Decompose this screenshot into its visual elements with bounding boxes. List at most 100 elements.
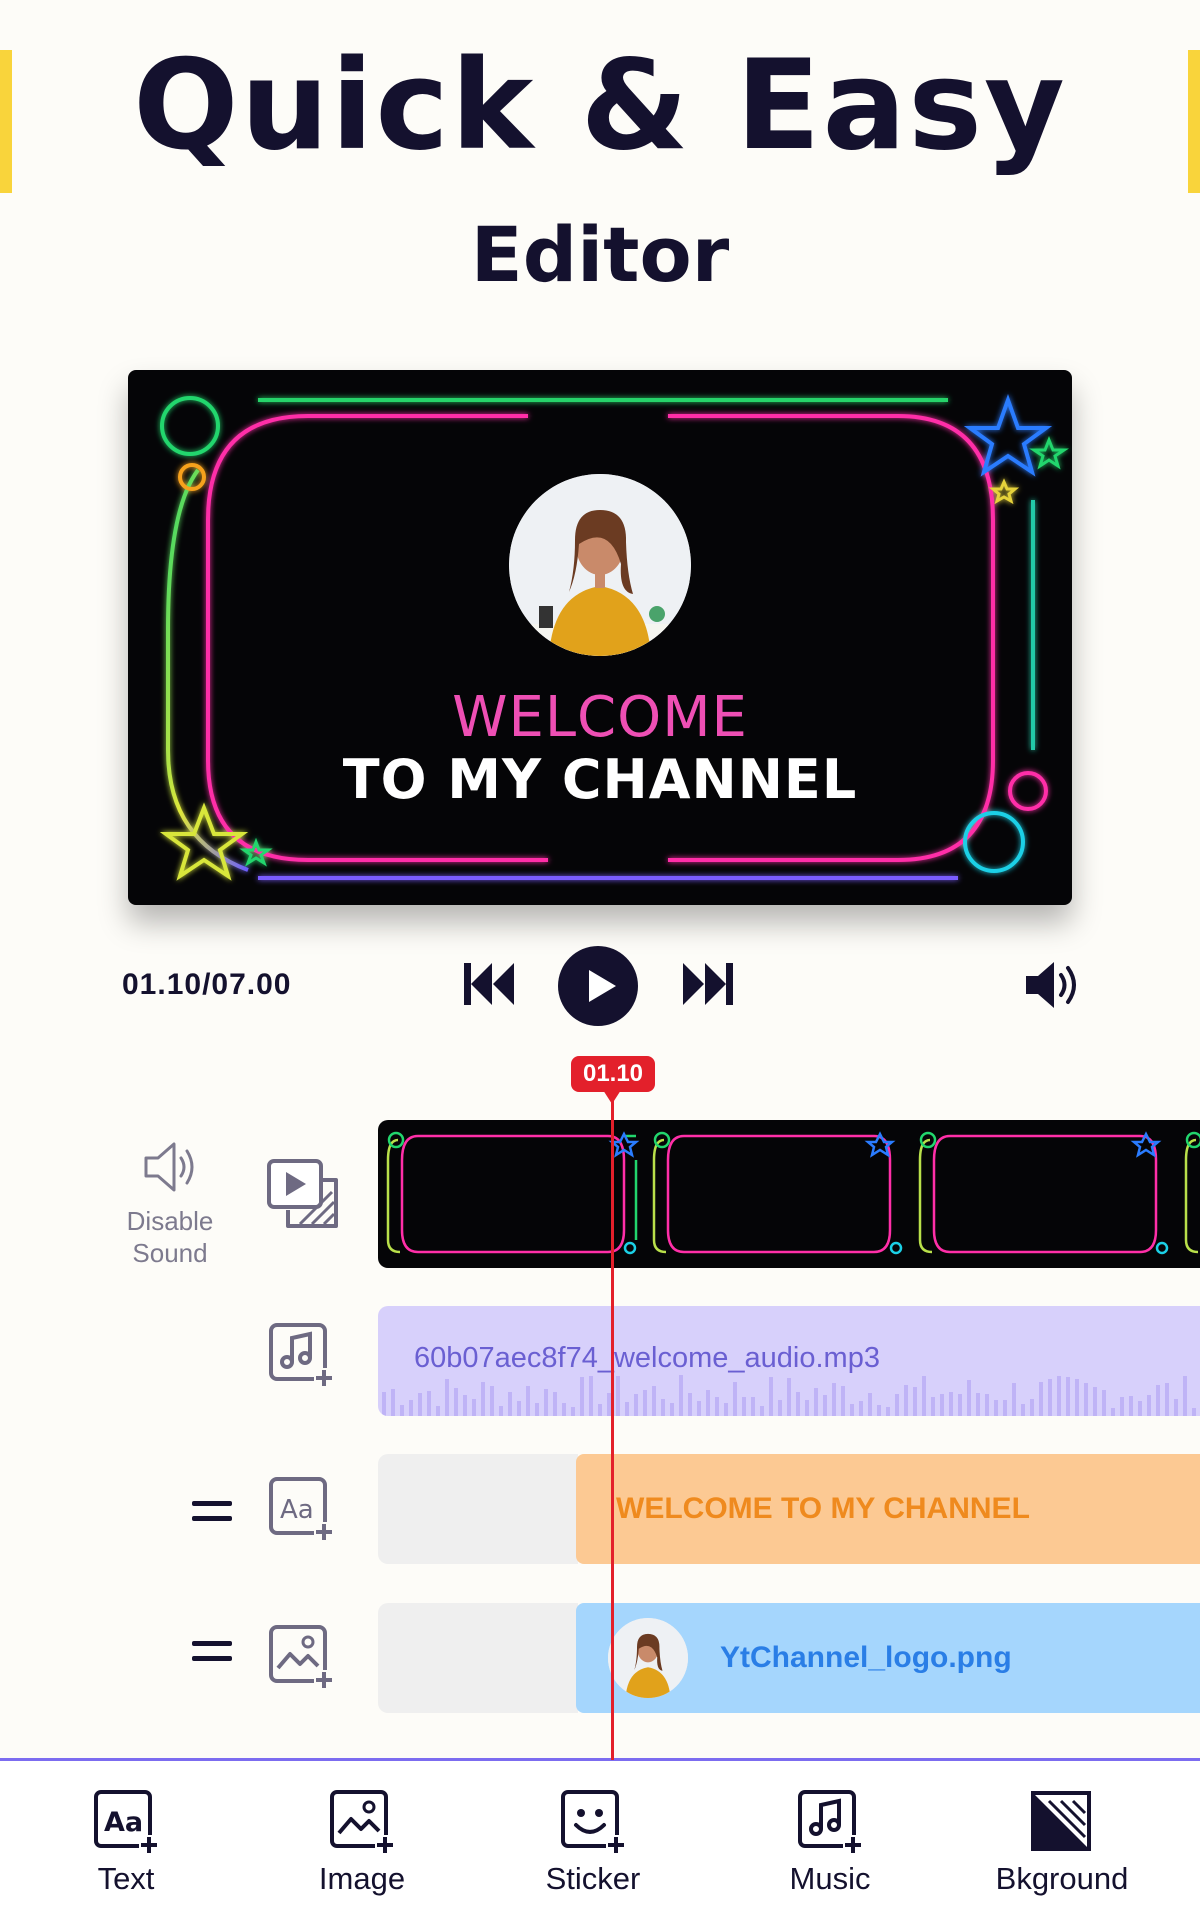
text-track-drag-handle[interactable] [192, 1501, 232, 1531]
video-track-button[interactable] [266, 1158, 340, 1235]
waveform-bar [742, 1397, 746, 1416]
waveform-bar [409, 1400, 413, 1416]
toolbar-background-label: Bkground [995, 1861, 1129, 1896]
image-track-drag-handle[interactable] [192, 1641, 232, 1671]
add-text-track-button[interactable]: Aa [268, 1476, 334, 1547]
text-add-icon: Aa [269, 1477, 334, 1542]
waveform-bar [787, 1378, 791, 1416]
waveform-bar [400, 1405, 404, 1416]
text-track-lane [378, 1454, 578, 1564]
waveform-bar [1066, 1377, 1070, 1416]
waveform-bar [625, 1402, 629, 1416]
video-preview[interactable]: WELCOME TO MY CHANNEL [128, 370, 1072, 905]
text-clip-label: WELCOME TO MY CHANNEL [616, 1492, 1030, 1525]
waveform-bar [1048, 1379, 1052, 1416]
toolbar-background-button[interactable]: Bkground [972, 1789, 1152, 1897]
waveform-bar [733, 1382, 737, 1416]
waveform-bar [418, 1393, 422, 1416]
text-track-clip[interactable]: WELCOME TO MY CHANNEL [576, 1454, 1200, 1564]
preview-channel-text: TO MY CHANNEL [342, 748, 858, 811]
waveform-bar [535, 1403, 539, 1416]
waveform-bar [760, 1406, 764, 1416]
volume-icon [1026, 962, 1076, 1008]
play-button[interactable] [558, 946, 638, 1026]
music-add-icon [269, 1323, 334, 1388]
waveform-bar [868, 1393, 872, 1416]
playhead-tip [603, 1090, 621, 1104]
waveform-bar [1138, 1401, 1142, 1416]
image-clip-thumbnail [608, 1618, 688, 1698]
page-title: Quick & Easy [133, 34, 1067, 178]
image-track-lane [378, 1603, 578, 1713]
waveform-bar [1093, 1387, 1097, 1416]
image-track-clip[interactable]: YtChannel_logo.png [576, 1603, 1200, 1713]
waveform-bar [706, 1390, 710, 1416]
waveform-bar [481, 1382, 485, 1416]
image-add-icon [330, 1790, 395, 1855]
video-track-strip[interactable] [378, 1120, 1200, 1268]
waveform-bar [562, 1403, 566, 1416]
waveform-bar [895, 1394, 899, 1416]
waveform-bar [1039, 1382, 1043, 1416]
add-music-track-button[interactable] [268, 1322, 334, 1393]
waveform-bar [553, 1392, 557, 1416]
toolbar-text-label: Text [97, 1861, 155, 1896]
waveform-bar [643, 1390, 647, 1416]
waveform-bar [670, 1403, 674, 1416]
channel-avatar [509, 474, 691, 656]
waveform-bar [976, 1393, 980, 1416]
toolbar-image-button[interactable]: Image [272, 1789, 452, 1897]
waveform-bar [445, 1379, 449, 1416]
waveform-bar [634, 1394, 638, 1416]
svg-text:Aa: Aa [280, 1495, 314, 1525]
toolbar-music-button[interactable]: Music [740, 1789, 920, 1897]
waveform-bar [652, 1386, 656, 1416]
audio-file-name: 60b07aec8f74_welcome_audio.mp3 [414, 1342, 880, 1374]
person-illustration [509, 474, 691, 656]
toolbar-text-button[interactable]: Aa Text [36, 1789, 216, 1897]
add-image-track-button[interactable] [268, 1624, 334, 1695]
waveform-bar [472, 1399, 476, 1416]
skip-back-icon [464, 963, 514, 1005]
skip-back-button[interactable] [462, 961, 516, 1007]
waveform-bar [1183, 1376, 1187, 1416]
waveform-bar [1057, 1376, 1061, 1416]
sticker-add-icon [561, 1790, 626, 1855]
waveform-bar [994, 1400, 998, 1416]
waveform-bar [688, 1393, 692, 1416]
video-layers-icon [267, 1159, 338, 1228]
time-readout: 01.10/07.00 [122, 968, 292, 1001]
waveform-bar [571, 1407, 575, 1416]
waveform-bar [382, 1392, 386, 1416]
skip-forward-button[interactable] [681, 961, 735, 1007]
play-icon [558, 946, 638, 1026]
video-thumb-3 [918, 1131, 1169, 1255]
image-add-icon [269, 1625, 334, 1690]
waveform-bar [526, 1386, 530, 1416]
bottom-toolbar: Aa Text Image Sticker Music Bkground [0, 1758, 1200, 1920]
waveform-bar [1030, 1399, 1034, 1416]
waveform-bar [1075, 1379, 1079, 1416]
waveform-bar [715, 1397, 719, 1416]
audio-track-clip[interactable]: 60b07aec8f74_welcome_audio.mp3 [378, 1306, 1200, 1416]
toolbar-sticker-button[interactable]: Sticker [503, 1789, 683, 1897]
waveform-bar [1102, 1390, 1106, 1416]
waveform-bar [814, 1388, 818, 1416]
playhead-time-badge[interactable]: 01.10 [571, 1056, 655, 1092]
disable-sound-toggle[interactable]: Disable Sound [105, 1140, 235, 1269]
waveform-bar [832, 1383, 836, 1416]
waveform-bar [697, 1401, 701, 1416]
music-add-icon [798, 1790, 863, 1855]
waveform-bar [931, 1397, 935, 1416]
background-icon [1031, 1791, 1091, 1851]
person-thumbnail [608, 1618, 688, 1698]
toolbar-image-label: Image [318, 1861, 406, 1896]
waveform-bar [589, 1376, 593, 1416]
waveform-bar [1012, 1383, 1016, 1416]
waveform-bar [1165, 1383, 1169, 1416]
volume-button[interactable] [1024, 960, 1082, 1010]
waveform-bar [490, 1386, 494, 1416]
waveform-bar [1129, 1396, 1133, 1416]
waveform-bar [958, 1394, 962, 1416]
playhead-line[interactable] [611, 1090, 614, 1760]
